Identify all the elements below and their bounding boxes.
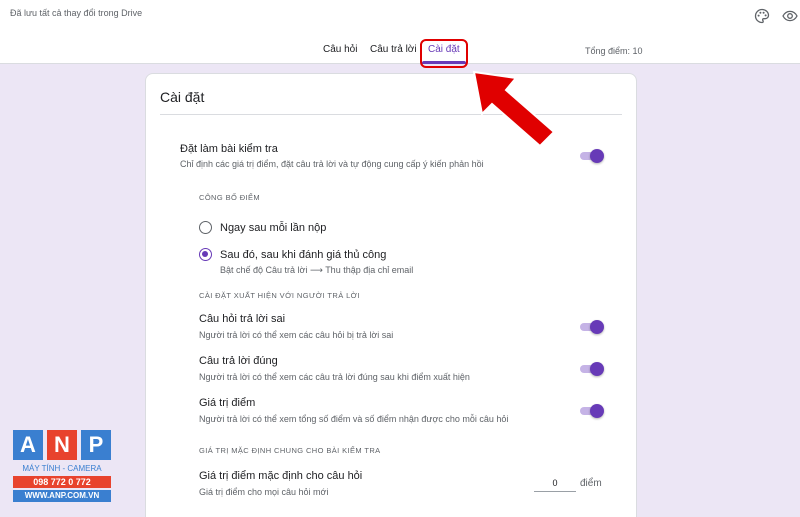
logo-letter-n: N (47, 430, 77, 460)
toggle-knob (590, 320, 604, 334)
eye-icon[interactable] (782, 8, 798, 24)
correct-answers-description: Người trả lời có thể xem các câu trả lời… (199, 372, 470, 382)
radio-after-manual-review-description: Bật chế độ Câu trả lời ⟶ Thu thập địa ch… (220, 265, 414, 275)
total-score: Tổng điểm: 10 (585, 46, 643, 56)
settings-title: Cài đặt (160, 89, 205, 105)
quiz-toggle[interactable] (578, 149, 604, 163)
missed-questions-description: Người trả lời có thể xem các câu hỏi bị … (199, 330, 394, 340)
quiz-description: Chỉ định các giá trị điểm, đặt câu trả l… (180, 159, 484, 169)
release-grade-heading: CÔNG BỐ ĐIỂM (199, 193, 261, 202)
toggle-knob (590, 404, 604, 418)
defaults-heading: GIÁ TRỊ MẶC ĐỊNH CHUNG CHO BÀI KIỂM TRA (199, 446, 381, 455)
settings-card: Cài đặt Đặt làm bài kiểm tra Chỉ định cá… (145, 73, 637, 517)
correct-answers-title: Câu trả lời đúng (199, 355, 278, 367)
radio-after-manual-review-label: Sau đó, sau khi đánh giá thủ công (220, 249, 387, 261)
top-bar: Đã lưu tất cả thay đổi trong Drive Câu h… (0, 0, 800, 64)
point-values-description: Người trả lời có thể xem tổng số điểm và… (199, 414, 509, 424)
toggle-knob (590, 362, 604, 376)
logo-letter-a: A (13, 430, 43, 460)
toggle-knob (590, 149, 604, 163)
points-unit: điểm (580, 478, 602, 489)
annotation-arrow-icon (472, 70, 556, 148)
quiz-title: Đặt làm bài kiểm tra (180, 143, 278, 155)
logo-website: WWW.ANP.COM.VN (13, 490, 111, 502)
missed-questions-toggle[interactable] (578, 320, 604, 334)
logo-phone: 098 772 0 772 (13, 476, 111, 488)
correct-answers-toggle[interactable] (578, 362, 604, 376)
missed-questions-title: Câu hỏi trả lời sai (199, 313, 286, 325)
save-status: Đã lưu tất cả thay đổi trong Drive (10, 8, 143, 18)
default-points-description: Giá trị điểm cho mọi câu hỏi mới (199, 487, 329, 497)
logo-tagline: MÁY TÍNH - CAMERA (22, 464, 102, 473)
point-values-title: Giá trị điểm (199, 397, 256, 409)
default-points-title: Giá trị điểm mặc định cho câu hỏi (199, 470, 363, 482)
respondent-view-heading: CÀI ĐẶT XUẤT HIỆN VỚI NGƯỜI TRẢ LỜI (199, 291, 360, 300)
watermark-logo: A N P MÁY TÍNH - CAMERA 098 772 0 772 WW… (13, 430, 111, 504)
point-values-toggle[interactable] (578, 404, 604, 418)
radio-after-manual-review[interactable] (199, 248, 212, 261)
tab-highlight-box (420, 39, 468, 68)
radio-immediately-label: Ngay sau mỗi lần nộp (220, 222, 327, 234)
tab-questions[interactable]: Câu hỏi (323, 44, 357, 55)
palette-icon[interactable] (754, 8, 770, 24)
logo-letter-p: P (81, 430, 111, 460)
radio-immediately[interactable] (199, 221, 212, 234)
tab-bar: Câu hỏi Câu trả lời Cài đặt (0, 36, 800, 64)
default-points-input[interactable] (534, 474, 576, 492)
tab-responses[interactable]: Câu trả lời (370, 44, 417, 55)
